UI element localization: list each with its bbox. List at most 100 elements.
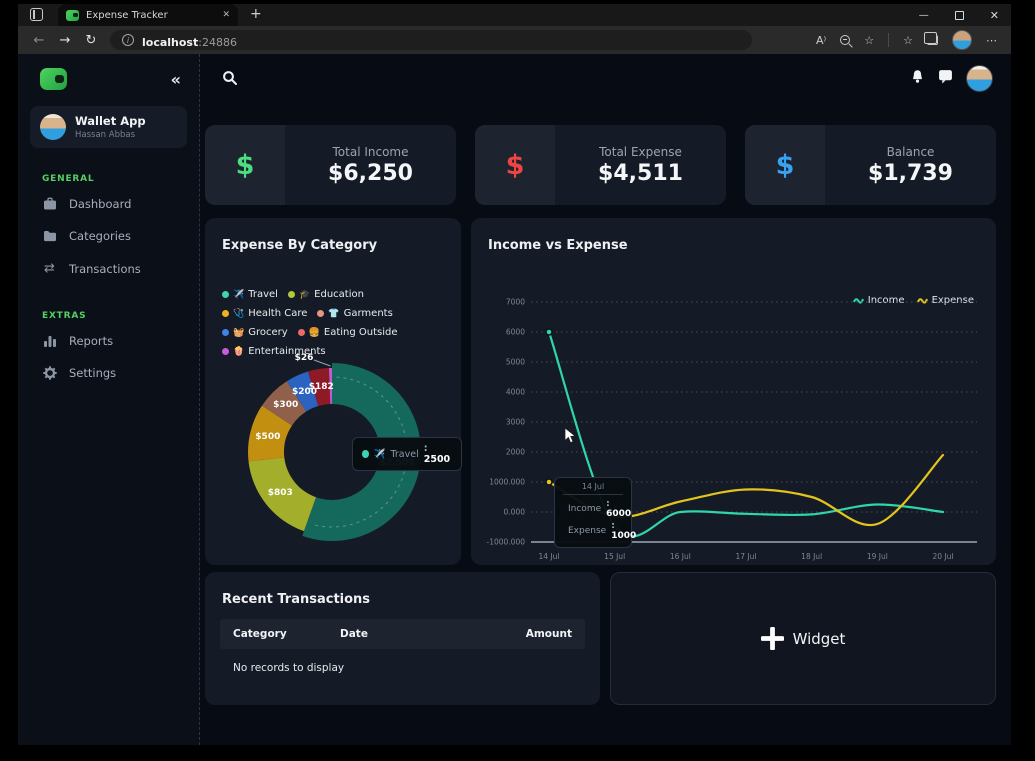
section-title: Recent Transactions [205, 572, 600, 607]
favorites-bar-icon[interactable]: ☆ [903, 34, 913, 47]
svg-text:19 Jul: 19 Jul [867, 552, 888, 561]
svg-text:5000: 5000 [506, 358, 525, 367]
chart-title: Income vs Expense [471, 218, 996, 253]
forward-button[interactable]: → [52, 33, 78, 48]
read-aloud-icon[interactable]: A⁾ [816, 34, 826, 47]
toolbar-divider [888, 33, 889, 47]
stats-row: $ Total Income $6,250 $ Total Expense $4… [205, 125, 996, 205]
income-vs-expense-card: Income vs Expense Income Expense 7000600… [471, 218, 996, 565]
stat-card-balance: $ Balance $1,739 [745, 125, 996, 205]
sidebar-item-label: Transactions [69, 262, 141, 276]
expense-by-category-card: Expense By Category ✈️Travel 🎓Education … [205, 218, 461, 565]
browser-tab[interactable]: Expense Tracker ✕ [58, 4, 238, 26]
legend-item-eating-outside[interactable]: 🍔Eating Outside [298, 327, 398, 338]
sidebar-item-label: Dashboard [69, 197, 131, 211]
refresh-button[interactable]: ↻ [78, 33, 104, 48]
column-date: Date [340, 628, 515, 640]
svg-text:15 Jul: 15 Jul [604, 552, 625, 561]
tab-actions-icon[interactable] [30, 8, 43, 21]
chart-title: Expense By Category [205, 218, 461, 253]
expense-dollar-icon: $ [475, 125, 555, 205]
sidebar-item-categories[interactable]: Categories [18, 220, 199, 252]
user-name: Hassan Abbas [75, 130, 146, 140]
browser-menu-icon[interactable]: ⋯ [986, 34, 997, 47]
site-info-icon[interactable]: i [122, 34, 134, 46]
stat-card-total-income: $ Total Income $6,250 [205, 125, 456, 205]
sidebar-item-reports[interactable]: Reports [18, 325, 199, 357]
window-minimize-button[interactable]: — [919, 10, 929, 21]
new-tab-button[interactable]: + [250, 6, 262, 22]
address-bar[interactable]: i localhost:24886 [110, 30, 752, 50]
window-maximize-button[interactable] [955, 11, 964, 20]
empty-table-message: No records to display [233, 662, 600, 674]
mouse-cursor [564, 427, 576, 448]
browser-window: Expense Tracker ✕ + — ✕ ← → ↻ i localhos… [18, 4, 1011, 745]
main-content: $ Total Income $6,250 $ Total Expense $4… [200, 54, 1011, 745]
user-card[interactable]: Wallet App Hassan Abbas [30, 106, 187, 148]
add-widget-button[interactable]: Widget [610, 572, 996, 705]
svg-text:16 Jul: 16 Jul [670, 552, 691, 561]
tab-close-icon[interactable]: ✕ [222, 10, 230, 20]
transfer-arrows-icon: ⇄ [42, 261, 57, 276]
svg-text:7000: 7000 [506, 298, 525, 307]
sidebar: « Wallet App Hassan Abbas GENERAL Dashbo… [18, 54, 200, 745]
svg-text:1000.000: 1000.000 [489, 478, 525, 487]
bar-chart-icon [42, 334, 57, 348]
donut-tooltip: ✈️ Travel 2500 [352, 437, 462, 471]
income-dollar-icon: $ [205, 125, 285, 205]
widget-label: Widget [793, 630, 846, 648]
chat-icon[interactable] [938, 69, 953, 88]
sidebar-item-transactions[interactable]: ⇄ Transactions [18, 252, 199, 285]
notifications-bell-icon[interactable] [910, 69, 925, 88]
donut-legend: ✈️Travel 🎓Education 🩺Health Care 👕Garmen… [205, 253, 461, 357]
back-button[interactable]: ← [26, 33, 52, 48]
legend-item-education[interactable]: 🎓Education [288, 289, 364, 300]
line-tooltip: 14 Jul Income6000 Expense1000 [554, 477, 632, 548]
sidebar-item-settings[interactable]: Settings [18, 357, 199, 389]
sidebar-item-dashboard[interactable]: Dashboard [18, 188, 199, 220]
user-app-name: Wallet App [75, 114, 146, 128]
svg-text:6000: 6000 [506, 328, 525, 337]
legend-item-health-care[interactable]: 🩺Health Care [222, 308, 307, 319]
url-host: localhost [142, 36, 198, 49]
stat-label: Total Income [333, 145, 409, 159]
app-topbar [200, 54, 1011, 104]
recent-transactions-card: Recent Transactions Category Date Amount… [205, 572, 600, 705]
tab-favicon-icon [66, 10, 79, 21]
column-category: Category [220, 628, 340, 640]
svg-text:2000: 2000 [506, 448, 525, 457]
stat-value: $1,739 [868, 161, 953, 186]
gear-icon [42, 366, 57, 380]
window-close-button[interactable]: ✕ [990, 9, 999, 22]
sidebar-item-label: Settings [69, 366, 116, 380]
url-port: :24886 [198, 36, 237, 49]
svg-text:4000: 4000 [506, 388, 525, 397]
dashboard-icon [42, 197, 57, 211]
svg-text:0.000: 0.000 [504, 508, 526, 517]
collections-icon[interactable] [927, 35, 938, 45]
table-header: Category Date Amount [220, 619, 585, 649]
zoom-out-icon[interactable] [840, 35, 850, 45]
legend-item-garments[interactable]: 👕Garments [317, 308, 392, 319]
search-icon[interactable] [222, 70, 238, 90]
folder-icon [42, 229, 57, 243]
browser-profile-avatar[interactable] [952, 30, 972, 50]
sidebar-item-label: Categories [69, 229, 131, 243]
stat-label: Balance [887, 145, 935, 159]
stat-value: $6,250 [328, 161, 413, 186]
app-profile-avatar[interactable] [966, 65, 993, 92]
svg-text:20 Jul: 20 Jul [933, 552, 954, 561]
column-amount: Amount [515, 628, 585, 640]
svg-text:17 Jul: 17 Jul [736, 552, 757, 561]
user-avatar [40, 114, 66, 140]
legend-item-travel[interactable]: ✈️Travel [222, 289, 278, 300]
add-favorite-icon[interactable]: ☆ [864, 34, 874, 47]
stat-label: Total Expense [599, 145, 682, 159]
sidebar-collapse-button[interactable]: « [171, 70, 181, 89]
legend-item-grocery[interactable]: 🧺Grocery [222, 327, 288, 338]
sidebar-section-general: GENERAL [42, 174, 199, 184]
svg-text:3000: 3000 [506, 418, 525, 427]
sidebar-section-extras: EXTRAS [42, 311, 199, 321]
svg-text:18 Jul: 18 Jul [801, 552, 822, 561]
sidebar-item-label: Reports [69, 334, 113, 348]
